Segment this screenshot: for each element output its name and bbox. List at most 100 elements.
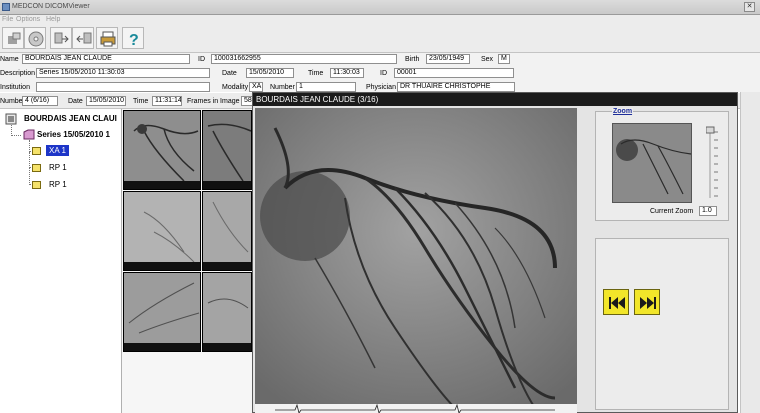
import-button[interactable] (50, 27, 72, 49)
vertical-scrollbar[interactable] (740, 92, 760, 413)
date-label: Date (222, 70, 237, 77)
tree-series-node[interactable]: Series 15/05/2010 1 (37, 130, 110, 139)
window-title: MEDCON DICOMViewer (12, 3, 90, 10)
import-icon (54, 32, 69, 44)
description-label: Description (0, 70, 36, 77)
export-button[interactable] (72, 27, 94, 49)
patient-id-field[interactable]: 100031662955 (211, 54, 397, 64)
app-icon (2, 3, 10, 11)
cd-disk-icon (28, 31, 44, 47)
thumbnail-image[interactable] (202, 110, 252, 190)
export-icon (76, 32, 92, 44)
angiogram-thumbnail (124, 111, 200, 189)
image-date-label: Date (68, 98, 83, 105)
navigation-panel (595, 238, 729, 410)
patient-name-field[interactable]: BOURDAIS JEAN CLAUDE (22, 54, 190, 64)
help-button[interactable]: ? (122, 27, 144, 49)
skip-back-icon (609, 297, 625, 309)
help-icon: ? (129, 32, 139, 48)
coronary-angiogram (255, 108, 577, 413)
main-angiogram-image[interactable] (255, 108, 577, 413)
title-bar: MEDCON DICOMViewer ✕ (0, 0, 760, 15)
tree-item-rp1[interactable]: RP 1 (49, 180, 67, 189)
series-icon (23, 129, 35, 140)
thumbnail-image[interactable] (123, 191, 201, 271)
angiogram-thumbnail (203, 111, 251, 189)
id-label: ID (198, 56, 205, 63)
time-field[interactable]: 11:30:03 (330, 68, 364, 78)
print-icon (100, 31, 116, 47)
physician-label: Physician (366, 84, 396, 91)
image-date-field[interactable]: 15/05/2010 (86, 96, 126, 106)
ecg-strip (203, 262, 251, 270)
thumbnail-grid (122, 109, 252, 413)
open-study-button[interactable] (2, 27, 24, 49)
time-label: Time (308, 70, 324, 77)
ecg-strip (124, 262, 200, 270)
tree-patient-node[interactable]: BOURDAIS JEAN CLAUI (24, 114, 117, 123)
modality-label: Modality (222, 84, 249, 91)
sex-field[interactable]: M (498, 54, 510, 64)
menu-options[interactable]: Options (16, 16, 40, 23)
ecg-strip (124, 343, 200, 351)
zoom-slider-track (705, 126, 718, 198)
sex-label: Sex (481, 56, 494, 63)
angiogram-thumbnail (203, 192, 251, 270)
patient-info-panel: Name BOURDAIS JEAN CLAUDE ID 10003166295… (0, 53, 760, 92)
folder-icon (32, 147, 41, 155)
institution-label: Institution (0, 84, 30, 91)
tree-item-rp1[interactable]: RP 1 (49, 163, 67, 172)
image-number-field[interactable]: 4 (6/16) (22, 96, 58, 106)
viewer-title: BOURDAIS JEAN CLAUDE (3/16) (253, 93, 737, 106)
tree-connector (11, 125, 21, 136)
menu-file[interactable]: File (2, 16, 13, 23)
ecg-strip (203, 181, 251, 189)
menu-bar: File Options Help (0, 15, 760, 25)
patient-icon (5, 113, 17, 125)
ecg-strip (203, 343, 251, 351)
folder-icon (32, 181, 41, 189)
study-tree: BOURDAIS JEAN CLAUI Series 15/05/2010 1 … (0, 109, 122, 413)
series-id-label: ID (380, 70, 387, 77)
zoom-label: Zoom (612, 108, 634, 115)
angiogram-thumbnail (124, 192, 200, 270)
image-viewer-window: BOURDAIS JEAN CLAUDE (3/16) Zoom Current… (252, 92, 738, 413)
series-id-field[interactable]: 00001 (394, 68, 514, 78)
close-icon[interactable]: ✕ (744, 2, 755, 12)
physician-field[interactable]: DR THUAIRE CHRISTOPHE (397, 82, 515, 92)
angiogram-thumbnail (203, 273, 251, 351)
skip-forward-icon (640, 297, 656, 309)
birth-field[interactable]: 23/05/1949 (426, 54, 470, 64)
open-study-icon (8, 32, 21, 44)
first-frame-button[interactable] (603, 289, 629, 315)
svg-text:?: ? (129, 32, 139, 48)
thumbnail-image[interactable] (123, 272, 201, 352)
description-field[interactable]: Series 15/05/2010 11:30:03 (36, 68, 210, 78)
thumbnail-image[interactable] (202, 191, 252, 271)
zoom-preview[interactable] (612, 123, 692, 203)
cd-disk-button[interactable] (24, 27, 46, 49)
frames-label: Frames in Image (187, 98, 240, 105)
image-time-label: Time (133, 98, 149, 105)
menu-help[interactable]: Help (46, 16, 60, 23)
modality-field[interactable]: XA (249, 82, 263, 92)
zoom-panel: Zoom Current Zoom 1.0 (595, 108, 729, 221)
print-button[interactable] (96, 27, 118, 49)
number-field[interactable]: 1 (296, 82, 356, 92)
current-zoom-label: Current Zoom (650, 208, 694, 215)
angiogram-thumbnail (124, 273, 200, 351)
tree-item-xa1[interactable]: XA 1 (46, 145, 69, 156)
zoom-preview-image (613, 124, 691, 202)
current-zoom-value[interactable]: 1.0 (699, 206, 717, 216)
last-frame-button[interactable] (634, 289, 660, 315)
date-field[interactable]: 15/05/2010 (246, 68, 294, 78)
birth-label: Birth (405, 56, 420, 63)
number-label: Number (270, 84, 295, 91)
thumbnail-image[interactable] (202, 272, 252, 352)
image-time-field[interactable]: 11:31:14 (152, 96, 182, 106)
ecg-strip (124, 181, 200, 189)
zoom-slider[interactable] (705, 126, 720, 202)
folder-icon (32, 164, 41, 172)
thumbnail-image[interactable] (123, 110, 201, 190)
institution-field[interactable] (36, 82, 210, 92)
